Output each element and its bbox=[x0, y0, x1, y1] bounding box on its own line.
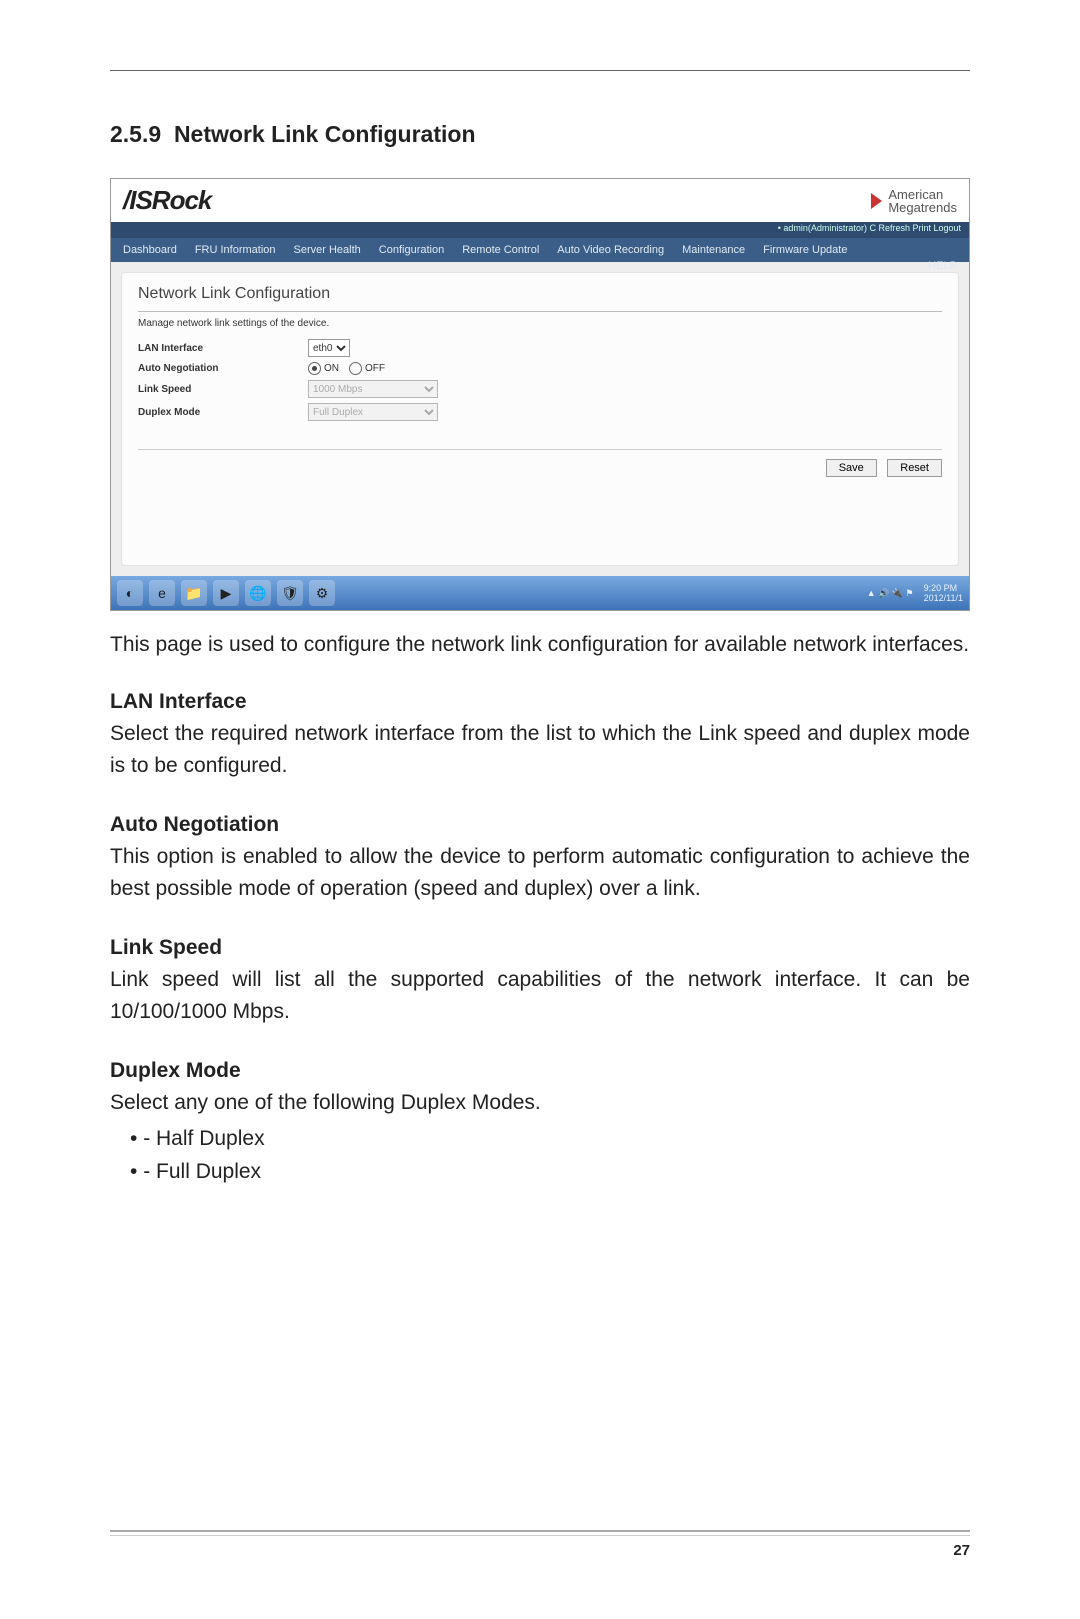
row-duplex-mode: Duplex Mode Full Duplex bbox=[138, 403, 942, 421]
footer-rule bbox=[110, 1530, 970, 1536]
page-number: 27 bbox=[110, 1542, 970, 1559]
label-duplex-mode: Duplex Mode bbox=[138, 407, 308, 418]
brand-logo: /ISRock bbox=[123, 185, 211, 216]
menu-fru[interactable]: FRU Information bbox=[195, 244, 276, 256]
page-footer: 27 bbox=[110, 1530, 970, 1559]
windows-taskbar: ◐ e 📁 ▶ 🌐 🛡 ⚙ ▲ 🔊 🔌 ⚑ 9:20 PM2012/11/1 bbox=[111, 576, 969, 610]
select-lan-interface[interactable]: eth0 bbox=[308, 339, 350, 357]
row-lan-interface: LAN Interface eth0 bbox=[138, 339, 942, 357]
folder-icon[interactable]: 📁 bbox=[181, 580, 207, 606]
row-auto-negotiation: Auto Negotiation ON OFF bbox=[138, 362, 942, 375]
menu-auto-video[interactable]: Auto Video Recording bbox=[557, 244, 664, 256]
section-heading: 2.5.9 Network Link Configuration bbox=[110, 121, 970, 148]
body-auto: This option is enabled to allow the devi… bbox=[110, 841, 970, 906]
top-rule bbox=[110, 70, 970, 71]
radio-auto-off[interactable] bbox=[349, 362, 362, 375]
megatrends-logo: AmericanMegatrends bbox=[871, 188, 957, 214]
section-speed: Link Speed Link speed will list all the … bbox=[110, 936, 970, 1029]
list-item: - Half Duplex bbox=[130, 1123, 970, 1156]
tray-icons: ▲ 🔊 🔌 ⚑ bbox=[867, 588, 914, 599]
screenshot-header: /ISRock AmericanMegatrends bbox=[111, 179, 969, 222]
app-icon[interactable]: ⚙ bbox=[309, 580, 335, 606]
section-auto: Auto Negotiation This option is enabled … bbox=[110, 813, 970, 906]
select-duplex-mode: Full Duplex bbox=[308, 403, 438, 421]
label-auto-negotiation: Auto Negotiation bbox=[138, 363, 308, 374]
intro-paragraph: This page is used to configure the netwo… bbox=[110, 629, 970, 662]
section-duplex: Duplex Mode Select any one of the follow… bbox=[110, 1059, 970, 1189]
select-link-speed: 1000 Mbps bbox=[308, 380, 438, 398]
section-number: 2.5.9 bbox=[110, 121, 161, 147]
heading-speed: Link Speed bbox=[110, 936, 970, 960]
wmp-icon[interactable]: ▶ bbox=[213, 580, 239, 606]
heading-duplex: Duplex Mode bbox=[110, 1059, 970, 1083]
start-orb-icon[interactable]: ◐ bbox=[117, 580, 143, 606]
duplex-list: - Half Duplex - Full Duplex bbox=[110, 1123, 970, 1188]
heading-lan: LAN Interface bbox=[110, 690, 970, 714]
config-panel: Network Link Configuration Manage networ… bbox=[121, 272, 959, 566]
globe-icon[interactable]: 🌐 bbox=[245, 580, 271, 606]
shield-icon[interactable]: 🛡 bbox=[277, 580, 303, 606]
section-lan: LAN Interface Select the required networ… bbox=[110, 690, 970, 783]
menu-dashboard[interactable]: Dashboard bbox=[123, 244, 177, 256]
menu-bar: Dashboard FRU Information Server Health … bbox=[111, 238, 969, 262]
menu-remote-control[interactable]: Remote Control bbox=[462, 244, 539, 256]
panel-subtitle: Manage network link settings of the devi… bbox=[138, 318, 942, 329]
help-link[interactable]: HELP bbox=[928, 260, 957, 272]
label-lan-interface: LAN Interface bbox=[138, 343, 308, 354]
panel-buttons: Save Reset bbox=[138, 449, 942, 477]
list-item: - Full Duplex bbox=[130, 1156, 970, 1189]
section-title: Network Link Configuration bbox=[174, 121, 476, 147]
body-duplex: Select any one of the following Duplex M… bbox=[110, 1087, 970, 1120]
arrow-icon bbox=[871, 193, 882, 209]
menu-firmware-update[interactable]: Firmware Update bbox=[763, 244, 847, 256]
menu-maintenance[interactable]: Maintenance bbox=[682, 244, 745, 256]
system-tray: ▲ 🔊 🔌 ⚑ 9:20 PM2012/11/1 bbox=[867, 583, 963, 603]
panel-title: Network Link Configuration bbox=[138, 281, 942, 312]
heading-auto: Auto Negotiation bbox=[110, 813, 970, 837]
body-lan: Select the required network interface fr… bbox=[110, 718, 970, 783]
status-bar: • admin(Administrator) C Refresh Print L… bbox=[111, 222, 969, 238]
radio-label-on: ON bbox=[324, 363, 339, 374]
embedded-screenshot: /ISRock AmericanMegatrends • admin(Admin… bbox=[110, 178, 970, 611]
reset-button[interactable]: Reset bbox=[887, 459, 942, 477]
row-link-speed: Link Speed 1000 Mbps bbox=[138, 380, 942, 398]
menu-configuration[interactable]: Configuration bbox=[379, 244, 444, 256]
radio-label-off: OFF bbox=[365, 363, 385, 374]
label-link-speed: Link Speed bbox=[138, 384, 308, 395]
body-speed: Link speed will list all the supported c… bbox=[110, 964, 970, 1029]
save-button[interactable]: Save bbox=[826, 459, 877, 477]
megatrends-text: AmericanMegatrends bbox=[888, 188, 957, 214]
radio-auto-on[interactable] bbox=[308, 362, 321, 375]
menu-server-health[interactable]: Server Health bbox=[294, 244, 361, 256]
ie-icon[interactable]: e bbox=[149, 580, 175, 606]
tray-clock: 9:20 PM2012/11/1 bbox=[924, 583, 963, 603]
